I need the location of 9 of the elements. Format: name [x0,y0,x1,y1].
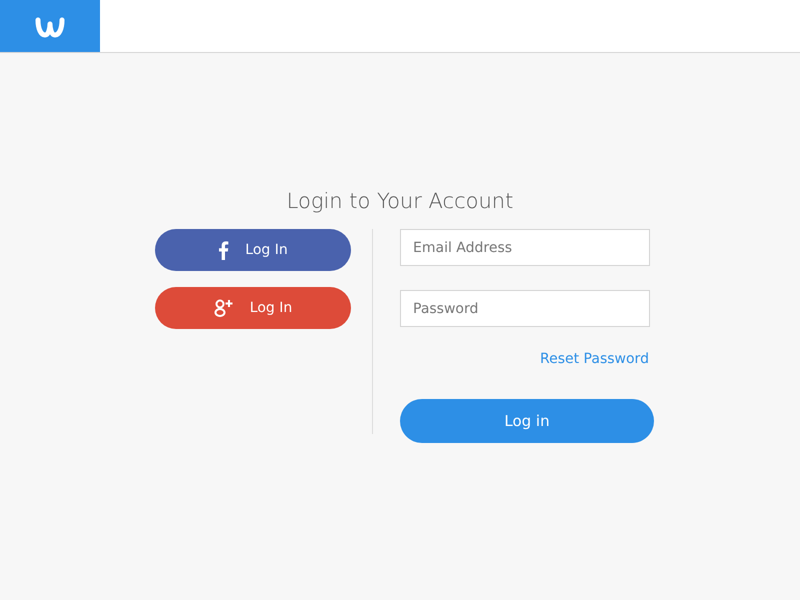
google-plus-icon [214,298,234,318]
reset-password-link[interactable]: Reset Password [540,351,649,367]
facebook-icon [218,240,230,260]
email-field[interactable]: Email Address [400,229,650,266]
facebook-login-button[interactable]: Log In [155,229,351,271]
password-field[interactable]: Password [400,290,650,327]
page-title: Login to Your Account [286,188,514,215]
login-button[interactable]: Log in [400,399,654,443]
google-login-button[interactable]: Log In [155,287,351,329]
